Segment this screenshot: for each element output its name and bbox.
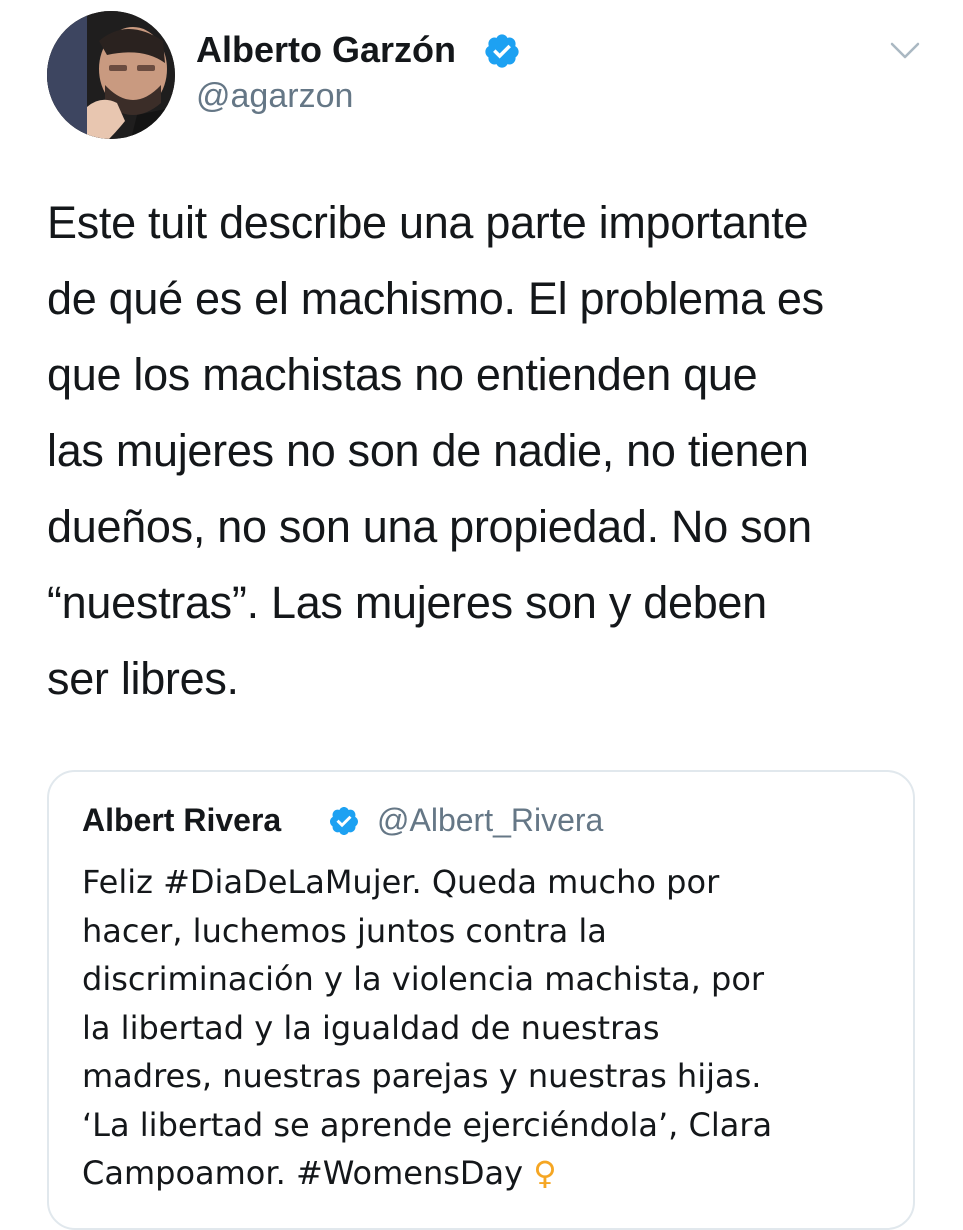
- quoted-tweet-body: Feliz #DiaDeLaMujer. Queda mucho por hac…: [82, 863, 773, 1192]
- chevron-down-icon[interactable]: [889, 40, 921, 62]
- quoted-tweet-card[interactable]: Albert Rivera @Albert_Rivera Feliz #DiaD…: [47, 770, 915, 1230]
- author-handle[interactable]: @agarzon: [196, 74, 353, 118]
- avatar[interactable]: [47, 11, 175, 139]
- verified-badge-icon: [485, 34, 519, 68]
- quoted-tweet-text: Feliz #DiaDeLaMujer. Queda mucho por hac…: [82, 858, 902, 1198]
- tweet: Alberto Garzón @agarzon Este tuit descri…: [0, 0, 963, 1230]
- avatar-photo: [47, 11, 175, 139]
- tweet-text: Este tuit describe una parte importante …: [47, 197, 824, 704]
- quoted-author-name: Albert Rivera: [82, 802, 282, 838]
- verified-badge-icon: [329, 807, 358, 835]
- author-name[interactable]: Alberto Garzón: [196, 28, 456, 72]
- quoted-author-handle: @Albert_Rivera: [377, 802, 604, 838]
- female-sign-emoji: ♀: [533, 1154, 557, 1192]
